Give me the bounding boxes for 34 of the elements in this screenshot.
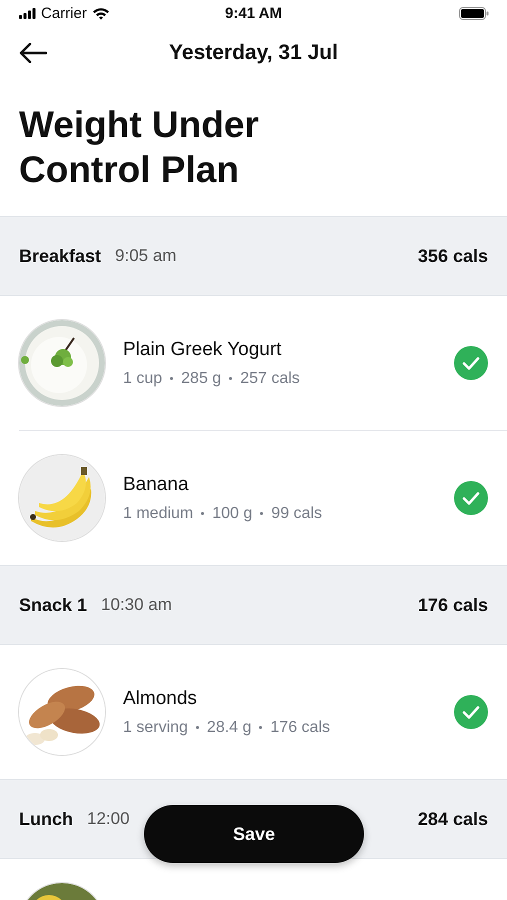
food-detail: 28.4 g	[206, 718, 252, 736]
meal-name: Lunch	[19, 808, 73, 830]
back-arrow-icon	[19, 43, 47, 63]
header-title: Yesterday, 31 Jul	[169, 41, 338, 64]
food-detail: 1 serving	[123, 718, 188, 736]
food-name: Almonds	[123, 688, 198, 710]
plan-title: Weight Under Control Plan	[19, 103, 260, 192]
food-detail: 99 cals	[271, 504, 322, 522]
food-detail: 257 cals	[240, 370, 300, 388]
meal-name: Breakfast	[19, 246, 102, 266]
check-icon[interactable]	[454, 481, 488, 515]
food-detail: 1 medium	[123, 504, 194, 522]
back-button[interactable]	[19, 43, 47, 63]
food-detail: 100 g	[212, 504, 252, 522]
food-detail: 1 cup	[123, 370, 162, 388]
save-button[interactable]: Save	[144, 805, 364, 863]
meal-time: 10:30 am	[101, 595, 172, 615]
check-icon[interactable]	[454, 695, 488, 729]
food-detail: 285 g	[181, 370, 222, 388]
clock-time: 9:41 AM	[225, 4, 282, 22]
carrier-name: Carrier	[41, 4, 87, 22]
meal-calories: 284 cals	[418, 808, 488, 830]
signal-icon	[19, 8, 36, 18]
meal-time: 12:00	[87, 809, 130, 829]
food-detail: 176 cals	[270, 718, 330, 736]
food-name: Plain Greek Yogurt	[123, 338, 282, 360]
meal-time: 9:05 am	[115, 246, 176, 266]
meal-name: Snack 1	[19, 594, 88, 616]
check-icon[interactable]	[454, 346, 488, 380]
meal-calories: 176 cals	[418, 594, 488, 616]
battery-icon	[459, 6, 489, 20]
food-name: Banana	[123, 474, 190, 496]
wifi-icon	[92, 6, 110, 20]
meal-calories: 356 cals	[418, 246, 488, 266]
